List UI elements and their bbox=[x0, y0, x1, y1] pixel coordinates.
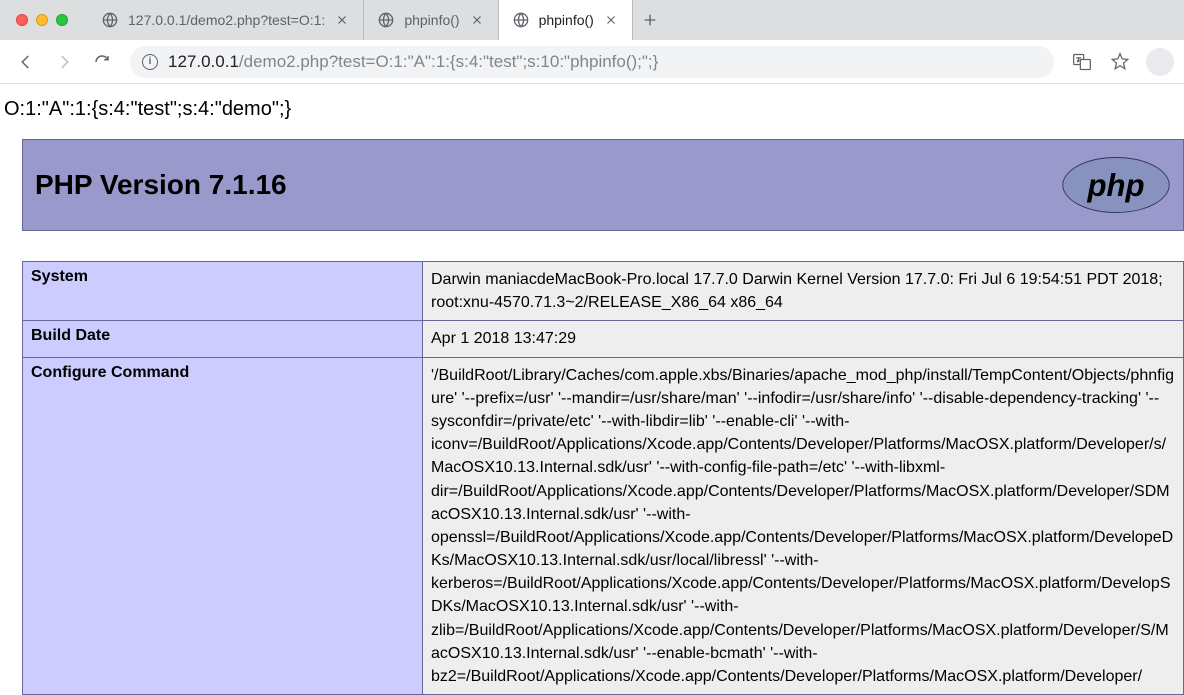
php-version-title: PHP Version 7.1.16 bbox=[35, 169, 287, 201]
translate-button[interactable] bbox=[1066, 46, 1098, 78]
svg-text:php: php bbox=[1086, 168, 1144, 203]
url-path: /demo2.php?test=O:1:"A":1:{s:4:"test";s:… bbox=[239, 52, 658, 71]
globe-icon bbox=[378, 12, 394, 28]
url-text: 127.0.0.1/demo2.php?test=O:1:"A":1:{s:4:… bbox=[168, 52, 658, 72]
window-controls bbox=[16, 14, 68, 26]
site-info-icon[interactable]: i bbox=[142, 54, 158, 70]
star-icon bbox=[1110, 52, 1130, 72]
close-window-button[interactable] bbox=[16, 14, 28, 26]
close-icon[interactable] bbox=[604, 13, 618, 27]
tab-strip: 127.0.0.1/demo2.php?test=O:1: phpinfo() … bbox=[88, 0, 1184, 40]
tab-1[interactable]: 127.0.0.1/demo2.php?test=O:1: bbox=[88, 0, 364, 40]
table-row: Configure Command '/BuildRoot/Library/Ca… bbox=[23, 357, 1184, 695]
tab-2[interactable]: phpinfo() bbox=[364, 0, 498, 40]
globe-icon bbox=[102, 12, 118, 28]
row-key: Configure Command bbox=[23, 357, 423, 695]
globe-icon bbox=[513, 12, 529, 28]
phpinfo-table: System Darwin maniacdeMacBook-Pro.local … bbox=[22, 261, 1184, 695]
reload-button[interactable] bbox=[86, 46, 118, 78]
back-icon bbox=[17, 53, 35, 71]
page-content: O:1:"A":1:{s:4:"test";s:4:"demo";} PHP V… bbox=[0, 84, 1184, 695]
tab-3[interactable]: phpinfo() bbox=[499, 0, 633, 40]
titlebar: 127.0.0.1/demo2.php?test=O:1: phpinfo() … bbox=[0, 0, 1184, 40]
forward-button[interactable] bbox=[48, 46, 80, 78]
serialized-output: O:1:"A":1:{s:4:"test";s:4:"demo";} bbox=[4, 98, 1184, 121]
close-icon[interactable] bbox=[470, 13, 484, 27]
minimize-window-button[interactable] bbox=[36, 14, 48, 26]
close-icon[interactable] bbox=[335, 13, 349, 27]
row-value: Apr 1 2018 13:47:29 bbox=[423, 321, 1184, 357]
tab-title: phpinfo() bbox=[539, 12, 594, 28]
forward-icon bbox=[55, 53, 73, 71]
toolbar: i 127.0.0.1/demo2.php?test=O:1:"A":1:{s:… bbox=[0, 40, 1184, 84]
tab-title: 127.0.0.1/demo2.php?test=O:1: bbox=[128, 12, 325, 28]
table-row: System Darwin maniacdeMacBook-Pro.local … bbox=[23, 262, 1184, 321]
address-bar[interactable]: i 127.0.0.1/demo2.php?test=O:1:"A":1:{s:… bbox=[130, 46, 1054, 78]
bookmark-button[interactable] bbox=[1104, 46, 1136, 78]
row-value: Darwin maniacdeMacBook-Pro.local 17.7.0 … bbox=[423, 262, 1184, 321]
row-key: Build Date bbox=[23, 321, 423, 357]
php-logo-icon: php bbox=[1061, 155, 1171, 215]
translate-icon bbox=[1072, 52, 1092, 72]
url-host: 127.0.0.1 bbox=[168, 52, 239, 71]
plus-icon bbox=[642, 12, 658, 28]
table-row: Build Date Apr 1 2018 13:47:29 bbox=[23, 321, 1184, 357]
php-header: PHP Version 7.1.16 php bbox=[22, 139, 1184, 231]
tab-title: phpinfo() bbox=[404, 12, 459, 28]
reload-icon bbox=[93, 53, 111, 71]
maximize-window-button[interactable] bbox=[56, 14, 68, 26]
row-value: '/BuildRoot/Library/Caches/com.apple.xbs… bbox=[423, 357, 1184, 695]
row-key: System bbox=[23, 262, 423, 321]
new-tab-button[interactable] bbox=[633, 0, 667, 40]
profile-avatar[interactable] bbox=[1146, 48, 1174, 76]
back-button[interactable] bbox=[10, 46, 42, 78]
